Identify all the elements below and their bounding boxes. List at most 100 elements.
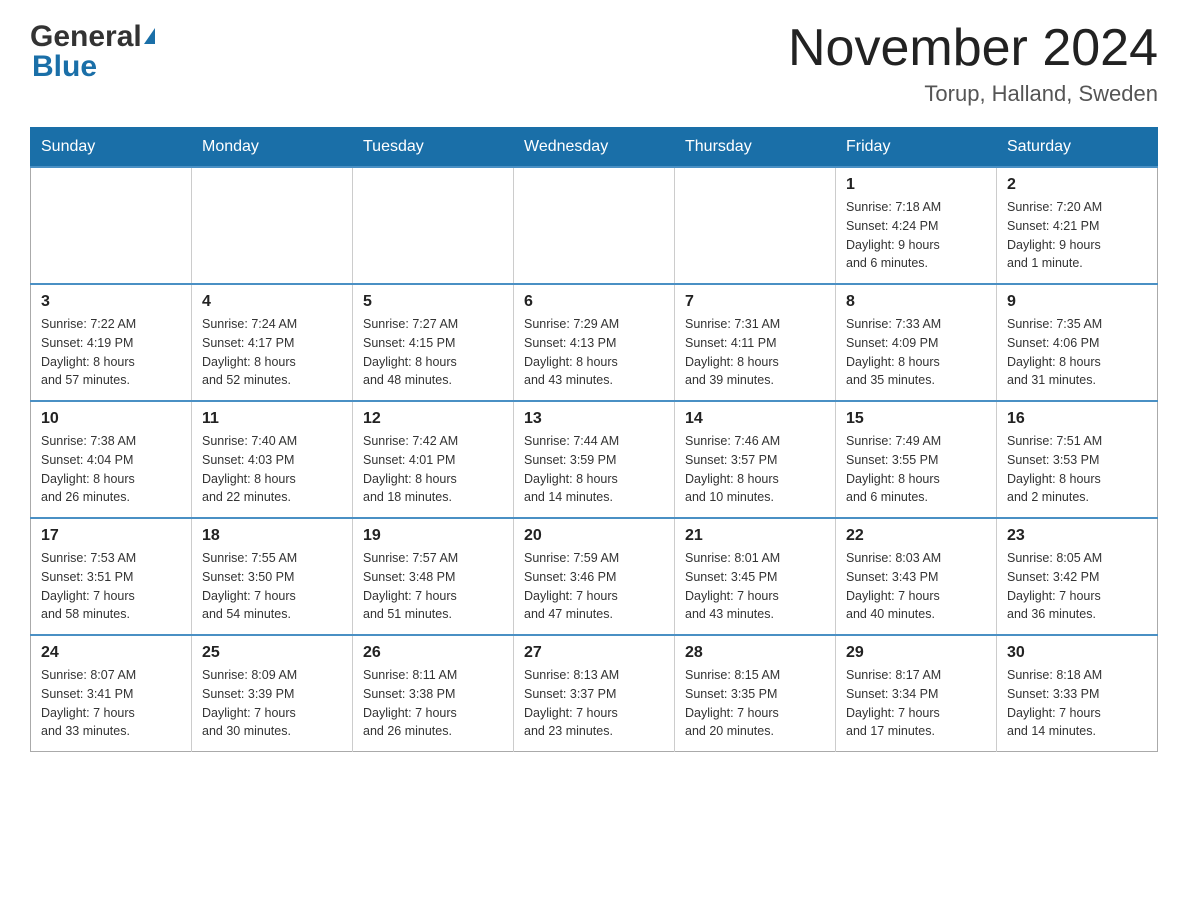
title-block: November 2024 Torup, Halland, Sweden (788, 20, 1158, 107)
calendar-day-cell: 18 Sunrise: 7:55 AM Sunset: 3:50 PM Dayli… (192, 518, 353, 635)
calendar-day-cell: 11 Sunrise: 7:40 AM Sunset: 4:03 PM Dayli… (192, 401, 353, 518)
day-info: Sunrise: 7:51 AM Sunset: 3:53 PM Dayligh… (1007, 432, 1147, 507)
page-header: General Blue November 2024 Torup, Hallan… (30, 20, 1158, 107)
calendar-day-cell: 17 Sunrise: 7:53 AM Sunset: 3:51 PM Dayli… (31, 518, 192, 635)
calendar-day-cell: 12 Sunrise: 7:42 AM Sunset: 4:01 PM Dayli… (353, 401, 514, 518)
day-info: Sunrise: 8:03 AM Sunset: 3:43 PM Dayligh… (846, 549, 986, 624)
day-number: 18 (202, 527, 342, 545)
day-number: 24 (41, 644, 181, 662)
day-number: 25 (202, 644, 342, 662)
day-info: Sunrise: 7:53 AM Sunset: 3:51 PM Dayligh… (41, 549, 181, 624)
calendar-day-cell: 5 Sunrise: 7:27 AM Sunset: 4:15 PM Daylig… (353, 284, 514, 401)
day-info: Sunrise: 7:42 AM Sunset: 4:01 PM Dayligh… (363, 432, 503, 507)
day-info: Sunrise: 8:07 AM Sunset: 3:41 PM Dayligh… (41, 666, 181, 741)
day-info: Sunrise: 8:15 AM Sunset: 3:35 PM Dayligh… (685, 666, 825, 741)
day-info: Sunrise: 7:59 AM Sunset: 3:46 PM Dayligh… (524, 549, 664, 624)
calendar-day-cell: 30Sunrise: 8:18 AM Sunset: 3:33 PM Dayli… (997, 635, 1158, 752)
calendar-day-cell: 23Sunrise: 8:05 AM Sunset: 3:42 PM Dayli… (997, 518, 1158, 635)
day-info: Sunrise: 8:01 AM Sunset: 3:45 PM Dayligh… (685, 549, 825, 624)
calendar-day-cell: 25 Sunrise: 8:09 AM Sunset: 3:39 PM Dayli… (192, 635, 353, 752)
calendar-day-cell: 9 Sunrise: 7:35 AM Sunset: 4:06 PM Daylig… (997, 284, 1158, 401)
calendar-day-cell: 10Sunrise: 7:38 AM Sunset: 4:04 PM Dayli… (31, 401, 192, 518)
day-number: 10 (41, 410, 181, 428)
day-info: Sunrise: 7:18 AM Sunset: 4:24 PM Dayligh… (846, 198, 986, 273)
calendar-week-row: 1 Sunrise: 7:18 AM Sunset: 4:24 PM Daylig… (31, 167, 1158, 284)
day-number: 22 (846, 527, 986, 545)
calendar-day-cell (192, 167, 353, 284)
day-number: 27 (524, 644, 664, 662)
day-info: Sunrise: 7:33 AM Sunset: 4:09 PM Dayligh… (846, 315, 986, 390)
calendar-day-cell: 3 Sunrise: 7:22 AM Sunset: 4:19 PM Daylig… (31, 284, 192, 401)
weekday-header-monday: Monday (192, 128, 353, 168)
calendar-day-cell: 21Sunrise: 8:01 AM Sunset: 3:45 PM Dayli… (675, 518, 836, 635)
day-info: Sunrise: 8:09 AM Sunset: 3:39 PM Dayligh… (202, 666, 342, 741)
logo-general-text: General (30, 20, 142, 54)
day-number: 4 (202, 293, 342, 311)
day-info: Sunrise: 7:46 AM Sunset: 3:57 PM Dayligh… (685, 432, 825, 507)
calendar-day-cell: 13 Sunrise: 7:44 AM Sunset: 3:59 PM Dayli… (514, 401, 675, 518)
day-info: Sunrise: 8:11 AM Sunset: 3:38 PM Dayligh… (363, 666, 503, 741)
day-number: 29 (846, 644, 986, 662)
logo-blue-text: Blue (32, 50, 97, 83)
calendar-day-cell: 26 Sunrise: 8:11 AM Sunset: 3:38 PM Dayli… (353, 635, 514, 752)
day-number: 7 (685, 293, 825, 311)
day-info: Sunrise: 7:29 AM Sunset: 4:13 PM Dayligh… (524, 315, 664, 390)
calendar-day-cell: 22 Sunrise: 8:03 AM Sunset: 3:43 PM Dayli… (836, 518, 997, 635)
calendar-day-cell (675, 167, 836, 284)
day-number: 20 (524, 527, 664, 545)
day-info: Sunrise: 7:40 AM Sunset: 4:03 PM Dayligh… (202, 432, 342, 507)
day-info: Sunrise: 7:55 AM Sunset: 3:50 PM Dayligh… (202, 549, 342, 624)
calendar-day-cell: 1 Sunrise: 7:18 AM Sunset: 4:24 PM Daylig… (836, 167, 997, 284)
day-info: Sunrise: 7:27 AM Sunset: 4:15 PM Dayligh… (363, 315, 503, 390)
day-info: Sunrise: 7:24 AM Sunset: 4:17 PM Dayligh… (202, 315, 342, 390)
day-number: 16 (1007, 410, 1147, 428)
weekday-header-row: SundayMondayTuesdayWednesdayThursdayFrid… (31, 128, 1158, 168)
calendar-day-cell: 14Sunrise: 7:46 AM Sunset: 3:57 PM Dayli… (675, 401, 836, 518)
weekday-header-wednesday: Wednesday (514, 128, 675, 168)
weekday-header-tuesday: Tuesday (353, 128, 514, 168)
calendar-week-row: 3 Sunrise: 7:22 AM Sunset: 4:19 PM Daylig… (31, 284, 1158, 401)
day-info: Sunrise: 7:44 AM Sunset: 3:59 PM Dayligh… (524, 432, 664, 507)
day-info: Sunrise: 8:05 AM Sunset: 3:42 PM Dayligh… (1007, 549, 1147, 624)
day-number: 28 (685, 644, 825, 662)
day-number: 5 (363, 293, 503, 311)
calendar-day-cell: 4 Sunrise: 7:24 AM Sunset: 4:17 PM Daylig… (192, 284, 353, 401)
calendar-day-cell (353, 167, 514, 284)
calendar-subtitle: Torup, Halland, Sweden (788, 81, 1158, 107)
calendar-title: November 2024 (788, 20, 1158, 77)
calendar-week-row: 24 Sunrise: 8:07 AM Sunset: 3:41 PM Dayli… (31, 635, 1158, 752)
weekday-header-sunday: Sunday (31, 128, 192, 168)
calendar-day-cell: 15 Sunrise: 7:49 AM Sunset: 3:55 PM Dayli… (836, 401, 997, 518)
day-number: 26 (363, 644, 503, 662)
day-number: 13 (524, 410, 664, 428)
logo: General Blue (30, 20, 155, 84)
calendar-table: SundayMondayTuesdayWednesdayThursdayFrid… (30, 127, 1158, 752)
day-info: Sunrise: 7:35 AM Sunset: 4:06 PM Dayligh… (1007, 315, 1147, 390)
calendar-day-cell: 7 Sunrise: 7:31 AM Sunset: 4:11 PM Daylig… (675, 284, 836, 401)
day-number: 15 (846, 410, 986, 428)
day-number: 3 (41, 293, 181, 311)
day-info: Sunrise: 8:17 AM Sunset: 3:34 PM Dayligh… (846, 666, 986, 741)
day-info: Sunrise: 8:13 AM Sunset: 3:37 PM Dayligh… (524, 666, 664, 741)
day-info: Sunrise: 7:49 AM Sunset: 3:55 PM Dayligh… (846, 432, 986, 507)
day-number: 1 (846, 176, 986, 194)
day-number: 8 (846, 293, 986, 311)
day-number: 17 (41, 527, 181, 545)
calendar-week-row: 10Sunrise: 7:38 AM Sunset: 4:04 PM Dayli… (31, 401, 1158, 518)
day-number: 9 (1007, 293, 1147, 311)
day-info: Sunrise: 7:20 AM Sunset: 4:21 PM Dayligh… (1007, 198, 1147, 273)
calendar-day-cell: 24 Sunrise: 8:07 AM Sunset: 3:41 PM Dayli… (31, 635, 192, 752)
logo-triangle-icon (144, 28, 155, 44)
weekday-header-friday: Friday (836, 128, 997, 168)
calendar-day-cell: 8 Sunrise: 7:33 AM Sunset: 4:09 PM Daylig… (836, 284, 997, 401)
day-number: 2 (1007, 176, 1147, 194)
day-number: 12 (363, 410, 503, 428)
day-info: Sunrise: 7:22 AM Sunset: 4:19 PM Dayligh… (41, 315, 181, 390)
calendar-day-cell: 6Sunrise: 7:29 AM Sunset: 4:13 PM Daylig… (514, 284, 675, 401)
calendar-day-cell: 2 Sunrise: 7:20 AM Sunset: 4:21 PM Daylig… (997, 167, 1158, 284)
calendar-week-row: 17 Sunrise: 7:53 AM Sunset: 3:51 PM Dayli… (31, 518, 1158, 635)
day-number: 11 (202, 410, 342, 428)
day-info: Sunrise: 7:31 AM Sunset: 4:11 PM Dayligh… (685, 315, 825, 390)
calendar-day-cell: 28 Sunrise: 8:15 AM Sunset: 3:35 PM Dayli… (675, 635, 836, 752)
calendar-day-cell (514, 167, 675, 284)
